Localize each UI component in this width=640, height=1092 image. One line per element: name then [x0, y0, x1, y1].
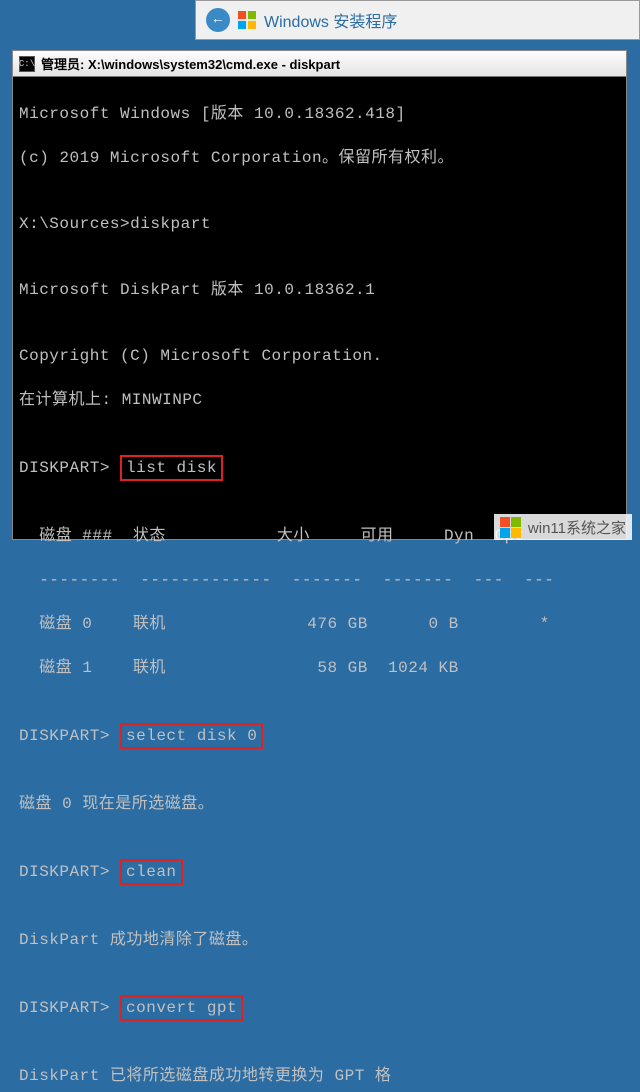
watermark-logo-icon [500, 516, 522, 538]
command-highlight: convert gpt [120, 995, 243, 1021]
command-highlight: list disk [120, 455, 223, 481]
output-line: DiskPart 已将所选磁盘成功地转更换为 GPT 格 [19, 1065, 620, 1087]
watermark-text: win11系统之家 [528, 517, 626, 538]
cmd-icon: C:\ [19, 56, 35, 72]
watermark: win11系统之家 [494, 514, 632, 540]
output-line: Copyright (C) Microsoft Corporation. [19, 345, 620, 367]
prompt-line: DISKPART> list disk [19, 455, 620, 481]
output-line: Microsoft Windows [版本 10.0.18362.418] [19, 103, 620, 125]
cmd-window: C:\ 管理员: X:\windows\system32\cmd.exe - d… [12, 50, 627, 540]
output-line: DiskPart 成功地清除了磁盘。 [19, 929, 620, 951]
prompt-line: DISKPART> clean [19, 859, 620, 885]
prompt-line: DISKPART> convert gpt [19, 995, 620, 1021]
table-row: 磁盘 0 联机 476 GB 0 B * [19, 613, 620, 635]
output-line: 在计算机上: MINWINPC [19, 389, 620, 411]
command-highlight: clean [120, 859, 183, 885]
table-separator: -------- ------------- ------- ------- -… [19, 569, 620, 591]
prompt: DISKPART> [19, 863, 120, 881]
prompt: DISKPART> [19, 727, 120, 745]
windows-flag-icon [238, 11, 256, 29]
prompt-line: DISKPART> select disk 0 [19, 723, 620, 749]
cmd-title: 管理员: X:\windows\system32\cmd.exe - diskp… [41, 54, 340, 73]
prompt: DISKPART> [19, 999, 120, 1017]
windows-setup-window: ← Windows 安装程序 [195, 0, 640, 40]
windows-setup-title: Windows 安装程序 [264, 8, 397, 32]
output-line: Microsoft DiskPart 版本 10.0.18362.1 [19, 279, 620, 301]
output-line: (c) 2019 Microsoft Corporation。保留所有权利。 [19, 147, 620, 169]
output-line: X:\Sources>diskpart [19, 213, 620, 235]
output-line: 磁盘 0 现在是所选磁盘。 [19, 793, 620, 815]
command-highlight: select disk 0 [120, 723, 263, 749]
cmd-titlebar[interactable]: C:\ 管理员: X:\windows\system32\cmd.exe - d… [13, 51, 626, 77]
back-button[interactable]: ← [206, 8, 230, 32]
cmd-output[interactable]: Microsoft Windows [版本 10.0.18362.418] (c… [13, 77, 626, 1092]
table-row: 磁盘 1 联机 58 GB 1024 KB [19, 657, 620, 679]
prompt: DISKPART> [19, 459, 120, 477]
arrow-left-icon: ← [214, 12, 222, 28]
